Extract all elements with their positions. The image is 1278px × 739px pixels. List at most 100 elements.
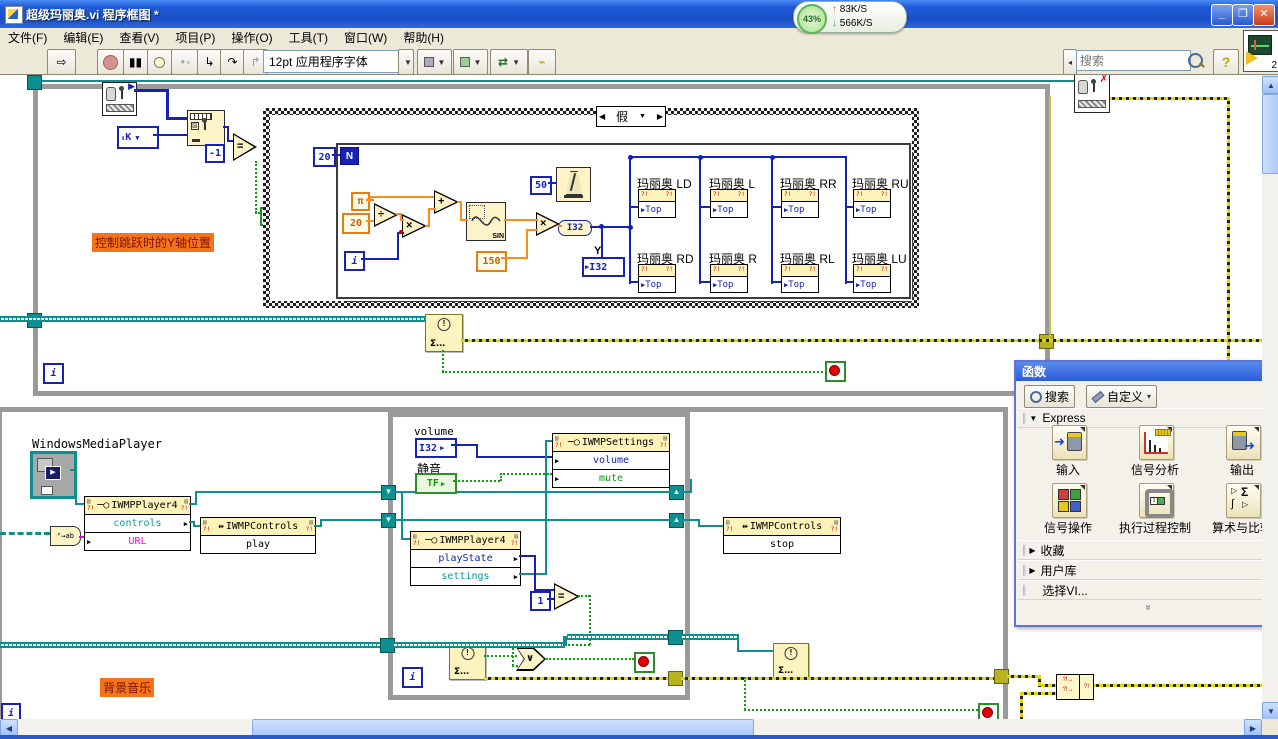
iwmpcontrols-stop-invoke-node[interactable]: ▤?!⇻IWMPControls▤?! stop: [723, 517, 841, 554]
close-input-device-icon[interactable]: ✗: [1074, 74, 1110, 113]
reorder-button[interactable]: ⇄▼: [490, 49, 528, 75]
menu-edit[interactable]: 编辑(E): [55, 27, 111, 48]
retain-wire-values-button[interactable]: ⚬▫: [171, 49, 198, 75]
run-button[interactable]: ⇨: [47, 49, 76, 75]
pause-button[interactable]: ▮▮: [123, 49, 148, 75]
mute-boolean-terminal[interactable]: TF▶: [415, 473, 457, 494]
divisor-constant[interactable]: 20: [342, 213, 370, 234]
close-button[interactable]: ✕: [1253, 4, 1275, 26]
iwmpsettings-property-node[interactable]: ▤?!─○IWMPSettings▤?! ▶volume ▶mute: [552, 433, 670, 488]
to-i32-conversion[interactable]: I32: [558, 220, 592, 236]
inner-loop-iteration-terminal[interactable]: i: [402, 667, 423, 688]
title-bar[interactable]: 超级玛丽奥.vi 程序框图 * _ ❐ ✕: [0, 0, 1278, 28]
merge-errors-node[interactable]: ?!→?!→ ?!: [1056, 674, 1094, 700]
scroll-up-button[interactable]: ▲: [1262, 76, 1278, 94]
restore-button[interactable]: ❐: [1232, 4, 1254, 26]
vertical-scrollbar-thumb[interactable]: [1262, 94, 1278, 174]
palette-title-bar[interactable]: 函数: [1016, 362, 1278, 381]
wire: [629, 156, 631, 284]
for-loop-iteration-terminal[interactable]: i: [344, 251, 365, 271]
labview-logo-icon: [8, 9, 18, 19]
abort-button[interactable]: [97, 49, 124, 75]
case-prev-arrow[interactable]: ◀: [599, 112, 605, 121]
search-icon[interactable]: [1188, 53, 1203, 68]
activex-container-terminal[interactable]: ▶: [30, 451, 77, 499]
mario-property-node[interactable]: ?!?!▶Top: [853, 189, 891, 218]
sine-function-node[interactable]: SIN: [466, 202, 506, 241]
mario-property-node[interactable]: ?!?!▶Top: [710, 189, 748, 218]
font-selector[interactable]: 12pt 应用程序字体: [263, 50, 405, 73]
case-dropdown-arrow[interactable]: ▼: [639, 113, 646, 120]
minimize-button[interactable]: _: [1211, 4, 1233, 26]
time-delay-node-outer[interactable]: !Σ…: [773, 643, 809, 679]
path-to-string-node[interactable]: ᴾ→ab: [50, 526, 81, 546]
acquire-input-data-node[interactable]: ☒: [187, 110, 225, 146]
iwmpcontrols-play-invoke-node[interactable]: ▤?!⇻IWMPControls▤?! play: [200, 517, 316, 554]
align-objects-button[interactable]: ▼: [417, 49, 452, 75]
menu-project[interactable]: 项目(P): [167, 27, 223, 48]
iwmpplayer4-property-node-2[interactable]: ▤?!─○IWMPPlayer4▤?! playState▶ settings▶: [410, 531, 521, 586]
neg-one-constant[interactable]: -1: [205, 144, 225, 163]
step-into-button[interactable]: ↳: [197, 49, 222, 75]
palette-item-input[interactable]: ➜: [1052, 425, 1087, 460]
mario-property-node[interactable]: ?!?!▶Top: [638, 189, 676, 218]
coercion-dot: [399, 230, 403, 234]
inner-loop-stop-terminal[interactable]: [634, 652, 655, 673]
palette-item-signal-manipulation[interactable]: [1052, 483, 1087, 518]
cpu-percent-badge: 43%: [797, 4, 827, 34]
wire: [460, 201, 462, 221]
iwmpplayer4-property-node[interactable]: ▤?!─○IWMPPlayer4▤?! controls▶ ▶URL: [84, 496, 191, 551]
palette-expand-chevron[interactable]: »: [1016, 602, 1278, 613]
cleanup-diagram-button[interactable]: ⌁: [528, 49, 556, 75]
for-loop-count-terminal[interactable]: N: [340, 147, 359, 165]
palette-item-arithmetic-comparison[interactable]: ▷ Σ ∫ ▷: [1226, 483, 1261, 518]
menu-window[interactable]: 窗口(W): [336, 27, 395, 48]
menu-view[interactable]: 查看(V): [111, 27, 167, 48]
mario-property-node[interactable]: ?!?!▶Top: [710, 264, 748, 293]
distribute-objects-button[interactable]: ▼: [453, 49, 488, 75]
font-selector-dropdown[interactable]: ▼: [398, 49, 414, 75]
time-delay-node-inner[interactable]: !Σ…: [449, 643, 486, 680]
download-arrow-icon: ↓: [832, 18, 837, 29]
mario-property-node[interactable]: ?!?!▶Top: [853, 264, 891, 293]
loop-stop-terminal[interactable]: [825, 361, 846, 382]
case-next-arrow[interactable]: ▶: [657, 112, 663, 121]
scroll-down-button[interactable]: ▼: [1262, 702, 1278, 720]
time-delay-node[interactable]: !Σ…: [425, 314, 463, 352]
initialize-keyboard-icon[interactable]: ▶: [102, 82, 137, 116]
top-loop-iteration-terminal[interactable]: i: [43, 363, 64, 384]
amplitude-constant[interactable]: 150: [476, 251, 507, 272]
wait-ms-constant[interactable]: 50: [530, 176, 552, 195]
palette-item-execution-control[interactable]: 1: [1139, 483, 1174, 518]
palette-section-user-lib[interactable]: ║▶用户库: [1018, 560, 1276, 580]
network-speed-overlay[interactable]: 43% ↑ 83K/S ↓ 566K/S: [793, 1, 907, 33]
palette-item-signal-analysis[interactable]: [1139, 425, 1174, 460]
search-scope-dropdown[interactable]: ◂: [1063, 49, 1077, 75]
menu-operate[interactable]: 操作(O): [223, 27, 280, 48]
menu-help[interactable]: 帮助(H): [395, 27, 452, 48]
free-label-jump[interactable]: 控制跳跃时的Y轴位置: [92, 233, 214, 252]
menu-file[interactable]: 文件(F): [0, 27, 55, 48]
free-label-bgm[interactable]: 背景音乐: [100, 678, 154, 697]
palette-section-select-vi[interactable]: ║选择VI...: [1018, 580, 1276, 600]
mario-property-node[interactable]: ?!?!▶Top: [781, 189, 819, 218]
wire-refnum: [690, 479, 692, 493]
palette-search-button[interactable]: 搜索: [1024, 385, 1075, 408]
loop-count-constant[interactable]: 20: [313, 147, 336, 167]
palette-section-favorites[interactable]: ║▶收藏: [1018, 540, 1276, 560]
palette-customize-button[interactable]: 自定义▾: [1086, 385, 1157, 408]
volume-control-terminal[interactable]: I32▶: [415, 438, 457, 458]
highlight-execution-button[interactable]: [147, 49, 172, 75]
step-over-button[interactable]: ↷: [220, 49, 245, 75]
menu-tools[interactable]: 工具(T): [281, 27, 336, 48]
mario-property-node[interactable]: ?!?!▶Top: [638, 264, 676, 293]
context-help-button[interactable]: ?: [1213, 49, 1239, 75]
vi-icon[interactable]: 2: [1243, 30, 1278, 72]
wait-metronome-node[interactable]: [556, 167, 591, 202]
one-constant[interactable]: 1: [530, 591, 551, 611]
key-enum-constant[interactable]: ↕K▼: [117, 126, 159, 149]
palette-item-output[interactable]: ➜: [1226, 425, 1261, 460]
y-indicator-terminal[interactable]: ▶I32: [582, 257, 625, 277]
mario-property-node[interactable]: ?!?!▶Top: [781, 264, 819, 293]
search-input[interactable]: [1076, 50, 1191, 71]
